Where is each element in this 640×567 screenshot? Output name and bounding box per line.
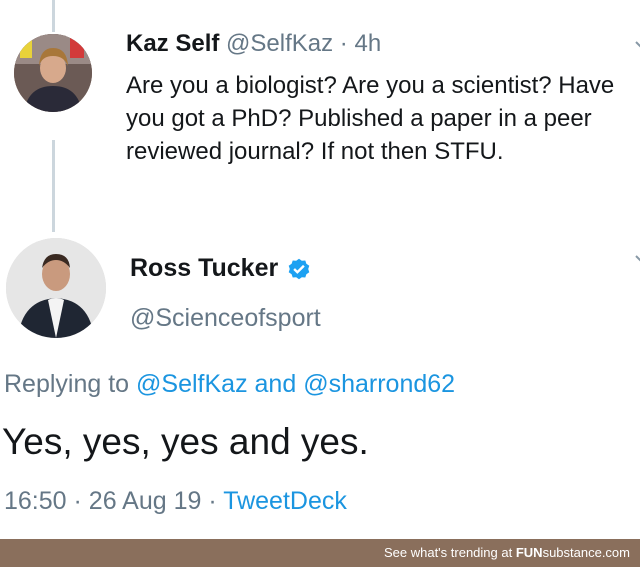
tweet2-separator-2: · <box>208 487 217 515</box>
footer-brand-fun[interactable]: FUN <box>516 545 543 560</box>
reply-mention-selfkaz[interactable]: @SelfKaz <box>136 370 248 398</box>
replying-to-prefix: Replying to <box>4 370 130 398</box>
tweet1-separator: · <box>339 30 348 57</box>
avatar-ross-image <box>6 238 106 338</box>
tweet1-handle[interactable]: @SelfKaz <box>226 30 333 57</box>
thread-line-top <box>52 0 55 32</box>
caret-down-icon[interactable] <box>634 38 640 52</box>
tweet1-header: Kaz Self @SelfKaz · 4h <box>126 30 381 58</box>
tweet2-meta: 16:50 · 26 Aug 19 · TweetDeck <box>4 487 347 516</box>
tweet2-source[interactable]: TweetDeck <box>223 487 347 515</box>
verified-badge-icon <box>288 258 310 279</box>
tweet2-time[interactable]: 16:50 <box>4 487 67 515</box>
footer-text: See what's trending at FUNsubstance.com <box>384 545 630 560</box>
tweet1-text: Are you a biologist? Are you a scientist… <box>126 72 615 165</box>
tweet2-date[interactable]: 26 Aug 19 <box>89 487 202 515</box>
caret-down-icon[interactable] <box>634 252 640 266</box>
footer-watermark-bar: See what's trending at FUNsubstance.com <box>0 539 640 567</box>
footer-caption: See what's trending at <box>383 545 513 560</box>
footer-brand-substance[interactable]: substance.com <box>543 545 630 560</box>
reply-mention-and[interactable]: and <box>255 370 297 398</box>
tweet1-time[interactable]: 4h <box>354 30 381 57</box>
tweet2-author-row: Ross Tucker <box>130 254 312 283</box>
avatar-kaz-self[interactable] <box>14 34 92 112</box>
thread-line-mid <box>52 140 55 232</box>
tweet2-text: Yes, yes, yes and yes. <box>2 421 369 462</box>
tweet2-separator-1: · <box>73 487 82 515</box>
reply-mention-sharrond62[interactable]: @sharrond62 <box>303 370 455 398</box>
avatar-kaz-image <box>14 34 92 112</box>
avatar-ross-tucker[interactable] <box>6 238 106 338</box>
replying-to-line: Replying to @SelfKaz and @sharrond62 <box>4 370 455 399</box>
tweet2-handle[interactable]: @Scienceofsport <box>130 304 321 333</box>
tweet2-author-name[interactable]: Ross Tucker <box>130 254 278 283</box>
tweet1-author-name[interactable]: Kaz Self <box>126 30 219 57</box>
